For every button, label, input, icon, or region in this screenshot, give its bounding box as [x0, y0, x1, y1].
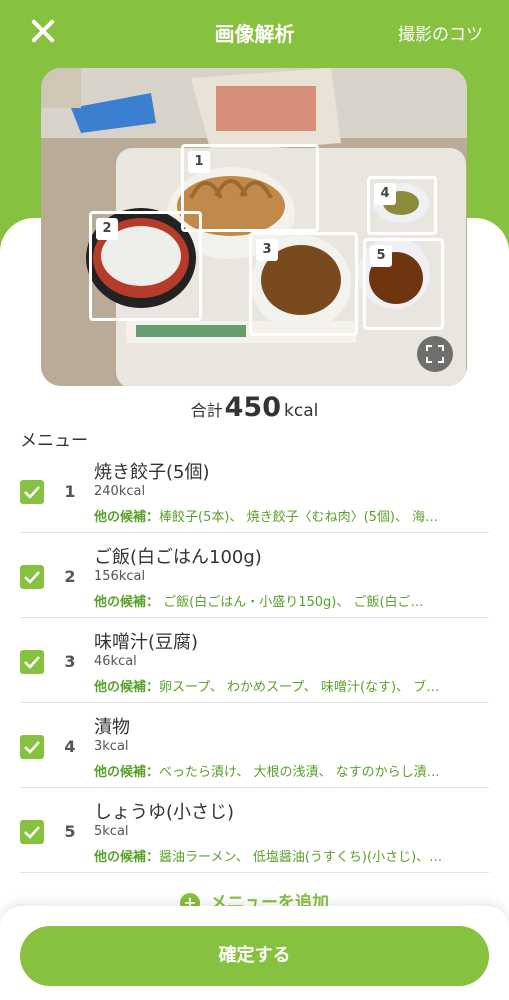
- confirm-button[interactable]: 確定する: [20, 926, 489, 986]
- checkbox[interactable]: [20, 650, 44, 674]
- checkmark-icon: [24, 826, 40, 839]
- item-candidates[interactable]: 他の候補：卵スープ、 わかめスープ、 味噌汁(なす)、 ブ…: [94, 676, 464, 695]
- item-kcal: 240kcal: [94, 484, 146, 499]
- item-kcal: 3kcal: [94, 739, 129, 754]
- item-candidates[interactable]: 他の候補：醤油ラーメン、 低塩醤油(うすくち)(小さじ)、…: [94, 846, 464, 865]
- item-candidates[interactable]: 他の候補： ご飯(白ごはん・小盛り150g)、 ご飯(白ご…: [94, 591, 464, 610]
- item-index: 2: [64, 567, 76, 586]
- item-name: 漬物: [94, 717, 130, 738]
- detection-box-2[interactable]: 2: [89, 211, 202, 321]
- item-index: 1: [64, 482, 76, 501]
- candidates-label: 他の候補：: [94, 595, 160, 610]
- item-kcal: 5kcal: [94, 824, 129, 839]
- total-value: 450: [224, 392, 282, 423]
- menu-list: 1 焼き餃子(5個) 240kcal 他の候補：棒餃子(5本)、 焼き餃子〈むね…: [0, 448, 509, 873]
- checkbox[interactable]: [20, 735, 44, 759]
- detection-number: 2: [96, 218, 118, 240]
- candidates-text: 醤油ラーメン、 低塩醤油(うすくち)(小さじ)、…: [159, 850, 443, 865]
- item-index: 4: [64, 737, 76, 756]
- detection-box-4[interactable]: 4: [367, 176, 437, 235]
- detection-number: 4: [374, 183, 396, 205]
- item-candidates[interactable]: 他の候補：べったら漬け、 大根の浅漬、 なすのからし漬…: [94, 761, 464, 780]
- menu-item[interactable]: 3 味噌汁(豆腐) 46kcal 他の候補：卵スープ、 わかめスープ、 味噌汁(…: [0, 618, 509, 703]
- menu-item[interactable]: 1 焼き餃子(5個) 240kcal 他の候補：棒餃子(5本)、 焼き餃子〈むね…: [0, 448, 509, 533]
- item-name: しょうゆ(小さじ): [94, 802, 235, 823]
- detection-number: 1: [188, 151, 210, 173]
- checkbox[interactable]: [20, 820, 44, 844]
- detection-number: 5: [370, 245, 392, 267]
- detection-number: 3: [256, 239, 278, 261]
- candidates-label: 他の候補：: [94, 510, 160, 525]
- total-calories: 合計450 kcal: [0, 392, 509, 423]
- checkmark-icon: [24, 741, 40, 754]
- candidates-text: 卵スープ、 わかめスープ、 味噌汁(なす)、 ブ…: [159, 680, 440, 695]
- candidates-label: 他の候補：: [94, 850, 160, 865]
- detection-box-3[interactable]: 3: [249, 232, 358, 336]
- total-unit: kcal: [284, 401, 319, 421]
- footer: 確定する: [0, 906, 509, 1000]
- expand-icon[interactable]: [417, 336, 453, 372]
- detection-box-5[interactable]: 5: [363, 238, 444, 330]
- item-index: 5: [64, 822, 76, 841]
- candidates-label: 他の候補：: [94, 765, 160, 780]
- photo-tips-link[interactable]: 撮影のコツ: [398, 20, 483, 45]
- menu-item[interactable]: 5 しょうゆ(小さじ) 5kcal 他の候補：醤油ラーメン、 低塩醤油(うすくち…: [0, 788, 509, 873]
- item-index: 3: [64, 652, 76, 671]
- divider: [20, 872, 489, 873]
- candidates-label: 他の候補：: [94, 680, 160, 695]
- menu-item[interactable]: 4 漬物 3kcal 他の候補：べったら漬け、 大根の浅漬、 なすのからし漬…: [0, 703, 509, 788]
- item-kcal: 46kcal: [94, 654, 137, 669]
- checkmark-icon: [24, 486, 40, 499]
- candidates-text: べったら漬け、 大根の浅漬、 なすのからし漬…: [159, 765, 440, 780]
- food-photo: 1 2 3 4 5: [41, 68, 467, 386]
- item-name: 味噌汁(豆腐): [94, 632, 199, 653]
- header: 画像解析 撮影のコツ: [0, 0, 509, 62]
- checkmark-icon: [24, 571, 40, 584]
- menu-item[interactable]: 2 ご飯(白ごはん100g) 156kcal 他の候補： ご飯(白ごはん・小盛り…: [0, 533, 509, 618]
- total-label: 合計: [190, 401, 223, 420]
- item-name: ご飯(白ごはん100g): [94, 547, 262, 568]
- candidates-text: 棒餃子(5本)、 焼き餃子〈むね肉〉(5個)、 海…: [159, 510, 439, 525]
- checkbox[interactable]: [20, 480, 44, 504]
- item-kcal: 156kcal: [94, 569, 146, 584]
- checkmark-icon: [24, 656, 40, 669]
- candidates-text: ご飯(白ごはん・小盛り150g)、 ご飯(白ご…: [159, 595, 424, 610]
- item-candidates[interactable]: 他の候補：棒餃子(5本)、 焼き餃子〈むね肉〉(5個)、 海…: [94, 506, 464, 525]
- item-name: 焼き餃子(5個): [94, 462, 210, 483]
- checkbox[interactable]: [20, 565, 44, 589]
